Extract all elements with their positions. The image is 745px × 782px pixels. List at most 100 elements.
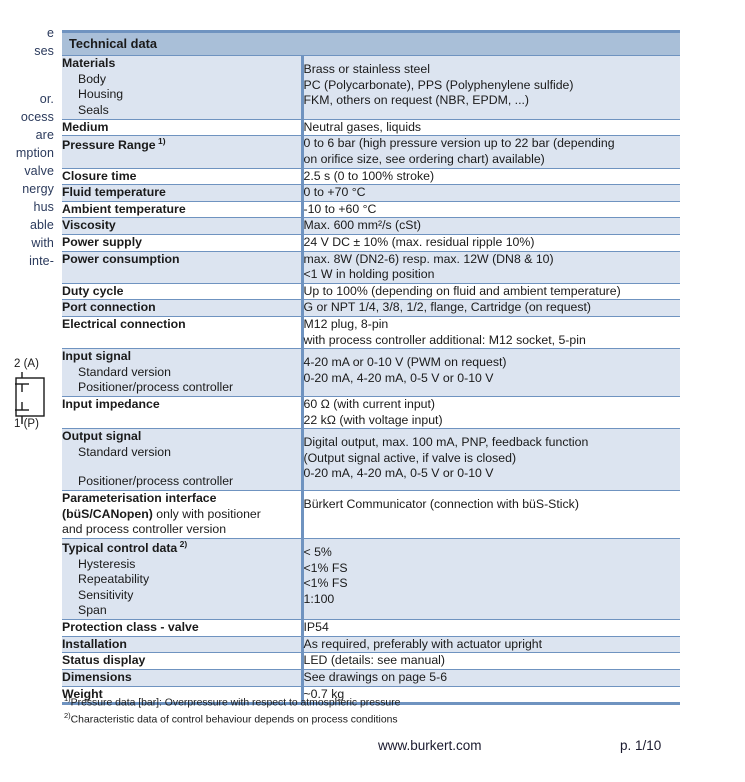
row-text-line: Standard version bbox=[78, 364, 171, 379]
table-cell-value: LED (details: see manual) bbox=[302, 652, 681, 670]
table-cell-label: Power supply bbox=[62, 233, 304, 252]
margin-clipped-line: ses bbox=[34, 44, 54, 58]
row-text-line: FKM, others on request (NBR, EPDM, ...) bbox=[303, 93, 530, 108]
row-text-line: 22 kΩ (with voltage input) bbox=[303, 412, 443, 427]
row-text-line: <1% FS bbox=[303, 576, 348, 591]
footnote-item-marker: 1) bbox=[64, 694, 71, 703]
table-header-title: Technical data bbox=[62, 29, 681, 57]
row-label-main: Electrical connection bbox=[62, 317, 186, 331]
table-cell-label: Viscosity bbox=[62, 217, 304, 235]
row-label-main: Medium bbox=[62, 119, 109, 134]
table-cell-value: Digital output, max. 100 mA, PNP, feedba… bbox=[302, 428, 681, 491]
row-label-main: Port connection bbox=[62, 300, 156, 315]
row-text-line: Span bbox=[78, 603, 107, 618]
table-row: Output signal Standard version Positioner/… bbox=[62, 428, 681, 491]
footnote-item: 1)Pressure data [bar]: Overpressure with… bbox=[64, 694, 664, 711]
table-cell-label: Duty cycle bbox=[62, 282, 304, 300]
table-row: Protection class - valve IP54 bbox=[62, 619, 681, 637]
table-cell-value: 60 Ω (with current input) 22 kΩ (with vol… bbox=[302, 396, 681, 429]
row-text-line: Positioner/process controller bbox=[78, 380, 234, 395]
row-text-line: Hysteresis bbox=[78, 556, 136, 571]
table-cell-value: G or NPT 1/4, 3/8, 1/2, flange, Cartridg… bbox=[302, 299, 681, 317]
row-label-main: Ambient temperature bbox=[62, 201, 186, 216]
row-text-line: G or NPT 1/4, 3/8, 1/2, flange, Cartridg… bbox=[303, 300, 592, 315]
row-text-line: Standard version bbox=[78, 444, 171, 459]
table-cell-label: Ambient temperature bbox=[62, 200, 304, 218]
valve-port-a-label: 2 (A) bbox=[14, 358, 39, 370]
table-cell-value: Up to 100% (depending on fluid and ambie… bbox=[302, 282, 681, 300]
table-cell-value: As required, preferably with actuator up… bbox=[302, 635, 681, 653]
row-label-main: Installation bbox=[62, 636, 127, 651]
table-row: Typical control data 2) Hysteresis Repeata… bbox=[62, 537, 681, 620]
row-text-line: LED (details: see manual) bbox=[303, 653, 445, 668]
row-text-line: M12 plug, 8-pin bbox=[303, 317, 389, 331]
table-cell-label: Medium bbox=[62, 118, 304, 136]
row-text-line: Seals bbox=[78, 103, 109, 118]
table-cell-value: M12 plug, 8-pin with process controller a… bbox=[302, 315, 681, 349]
row-label-main: Power supply bbox=[62, 234, 142, 249]
table-cell-value: -10 to +60 °C bbox=[302, 200, 681, 218]
footnote-marker: 2) bbox=[177, 538, 188, 549]
table-cell-value: max. 8W (DN2-6) resp. max. 12W (DN8 & 10… bbox=[302, 250, 681, 284]
table-cell-value: < 5% <1% FS <1% FS 1:100 bbox=[302, 537, 681, 620]
row-text-line: IP54 bbox=[303, 620, 329, 635]
row-label-main: Output signal bbox=[62, 429, 142, 444]
row-text-line: Up to 100% (depending on fluid and ambie… bbox=[303, 283, 621, 298]
table-row: Power supply 24 V DC ± 10% (max. residual… bbox=[62, 233, 681, 252]
row-text-line: and process controller version bbox=[62, 522, 227, 537]
table-row: Status display LED (details: see manual) bbox=[62, 652, 681, 670]
row-text-line: Brass or stainless steel bbox=[303, 62, 430, 77]
row-text-line: 0-20 mA, 4-20 mA, 0-5 V or 0-10 V bbox=[303, 370, 494, 385]
page-footer: www.burkert.com p. 1/10 bbox=[0, 738, 745, 762]
row-text-line: (Output signal active, if valve is close… bbox=[303, 450, 517, 465]
row-text-line: 2.5 s (0 to 100% stroke) bbox=[303, 168, 435, 183]
row-label-main: Dimensions bbox=[62, 669, 132, 684]
table-cell-value: 0 to +70 °C bbox=[302, 184, 681, 202]
table-row: Fluid temperature 0 to +70 °C bbox=[62, 184, 681, 202]
table-cell-value: Bürkert Communicator (connection with bü… bbox=[302, 490, 681, 539]
row-text-line: (büS/CANopen) only with positioner bbox=[62, 506, 261, 521]
table-cell-value: Neutral gases, liquids bbox=[302, 118, 681, 136]
row-text-line: 0 to 6 bar (high pressure version up to … bbox=[303, 136, 615, 151]
table-row: Medium Neutral gases, liquids bbox=[62, 118, 681, 136]
row-blank-line bbox=[62, 460, 301, 474]
table-cell-label: Power consumption bbox=[62, 250, 304, 284]
footnote-item-text: Characteristic data of control behaviour… bbox=[70, 714, 398, 726]
table-cell-value: IP54 bbox=[302, 619, 681, 637]
footnote-marker: 1) bbox=[155, 136, 166, 147]
table-cell-label: Status display bbox=[62, 652, 304, 670]
valve-symbol-diagram: 2 (A) 1 (P) bbox=[0, 358, 58, 438]
table-cell-label: Dimensions bbox=[62, 668, 304, 686]
row-label-main: Pressure Range 1) bbox=[62, 136, 166, 153]
row-label-main: Input impedance bbox=[62, 397, 160, 412]
row-text-line: max. 8W (DN2-6) resp. max. 12W (DN8 & 10… bbox=[303, 251, 554, 266]
table-cell-label: Materials Body Housing Seals bbox=[62, 55, 304, 120]
table-cell-value: 24 V DC ± 10% (max. residual ripple 10%) bbox=[302, 233, 681, 252]
row-text-line: -10 to +60 °C bbox=[303, 201, 377, 216]
footnote-item: 2)Characteristic data of control behavio… bbox=[64, 711, 664, 728]
table-cell-value: 4-20 mA or 0-10 V (PWM on request) 0-20 m… bbox=[302, 348, 681, 397]
valve-port-p-label: 1 (P) bbox=[14, 418, 39, 430]
table-header-row: Technical data bbox=[62, 29, 681, 57]
table-cell-value: See drawings on page 5-6 bbox=[302, 668, 681, 686]
table-row: Materials Body Housing Seals Brass or stainl… bbox=[62, 55, 681, 120]
row-label-main: Input signal bbox=[62, 349, 131, 364]
row-text-line: on orifice size, see ordering chart) ava… bbox=[303, 151, 545, 166]
footer-website-url[interactable]: www.burkert.com bbox=[378, 738, 482, 753]
row-text-line: Positioner/process controller bbox=[78, 474, 234, 489]
table-row: Installation As required, preferably with… bbox=[62, 635, 681, 653]
row-text-line: <1% FS bbox=[303, 560, 348, 575]
margin-clipped-line: inte- bbox=[29, 254, 54, 268]
row-text-line: Digital output, max. 100 mA, PNP, feedba… bbox=[303, 435, 589, 450]
table-cell-label: Port connection bbox=[62, 299, 304, 317]
table-body: Technical data Materials Body Housing Seals… bbox=[62, 29, 681, 706]
table-row: Electrical connection M12 plug, 8-pin with… bbox=[62, 315, 681, 349]
table-row: Duty cycle Up to 100% (depending on fluid… bbox=[62, 282, 681, 300]
margin-clipped-line: nergy bbox=[22, 182, 54, 196]
margin-clipped-line: valve bbox=[24, 164, 54, 178]
row-text-line: Max. 600 mm²/s (cSt) bbox=[303, 218, 422, 233]
row-label-main: Parameterisation interface bbox=[62, 491, 217, 506]
row-label-main: Typical control data 2) bbox=[62, 538, 188, 556]
row-label-main: Protection class - valve bbox=[62, 620, 199, 635]
row-text-line: 1:100 bbox=[303, 591, 335, 606]
